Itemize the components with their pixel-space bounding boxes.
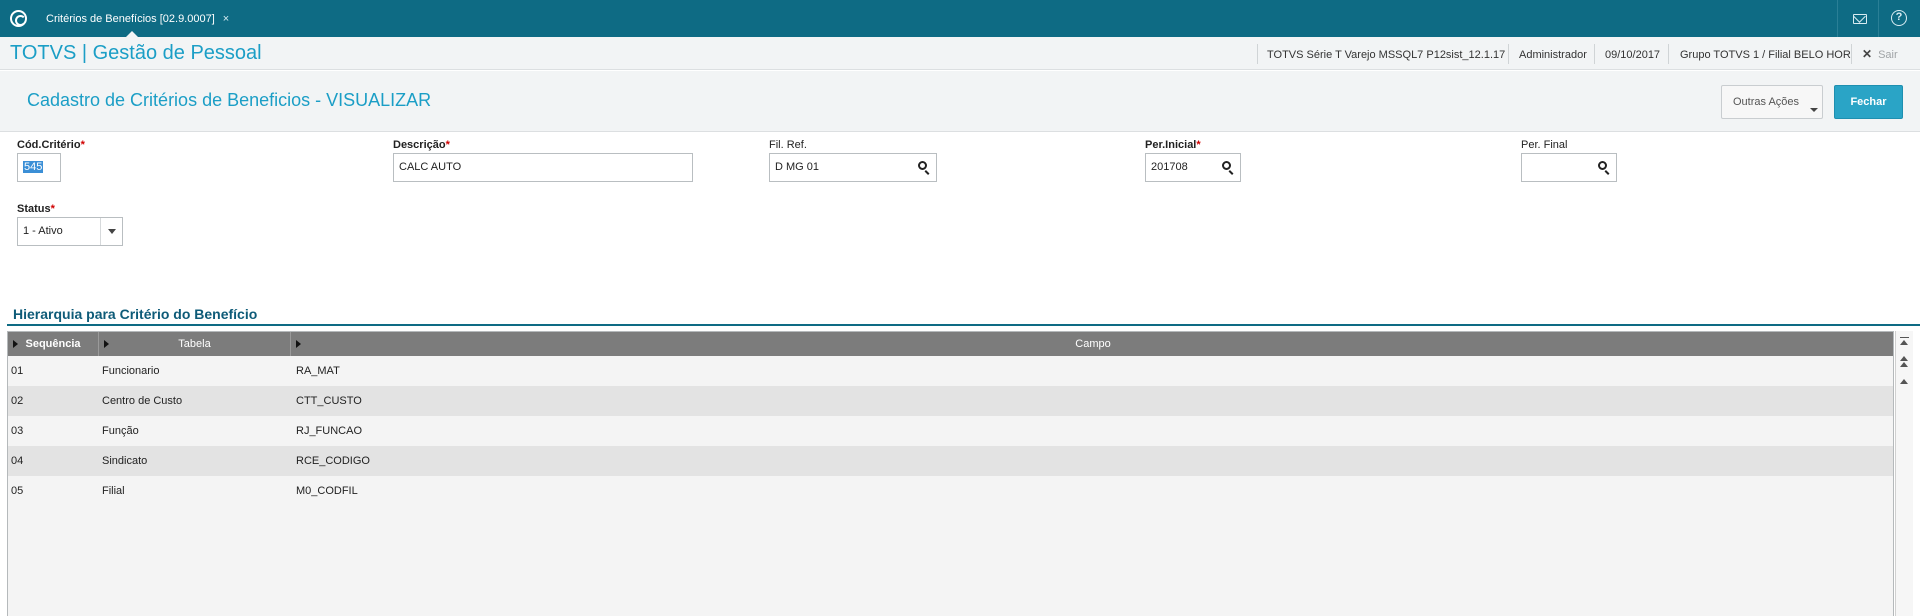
cell-campo: M0_CODFIL: [296, 485, 358, 497]
cell-sequencia: 04: [11, 455, 24, 467]
company-info: Grupo TOTVS 1 / Filial BELO HOR: [1680, 49, 1851, 61]
divider: [1508, 44, 1509, 64]
divider: [1668, 44, 1669, 64]
cell-sequencia: 03: [11, 425, 24, 437]
required-mark: *: [50, 203, 55, 215]
cell-tabela: Filial: [102, 485, 125, 497]
column-label: Sequência: [25, 338, 81, 350]
column-label: Tabela: [178, 338, 211, 350]
cell-campo: RCE_CODIGO: [296, 455, 370, 467]
date-info: 09/10/2017: [1605, 49, 1661, 61]
column-header-campo[interactable]: Campo: [291, 332, 1893, 356]
help-icon[interactable]: ?: [1891, 10, 1907, 26]
required-mark: *: [445, 139, 450, 151]
required-mark: *: [1196, 139, 1201, 151]
cell-campo: RA_MAT: [296, 365, 340, 377]
per-final-search-button[interactable]: [1590, 154, 1616, 181]
table-row[interactable]: 03 Função RJ_FUNCAO: [8, 416, 1893, 446]
cell-campo: RJ_FUNCAO: [296, 425, 363, 437]
environment-info: TOTVS Série T Varejo MSSQL7 P12sist_12.1…: [1267, 49, 1506, 61]
descricao-label-text: Descrição: [393, 139, 446, 151]
status-dropdown-toggle[interactable]: [100, 218, 122, 245]
scroll-top-button[interactable]: [1898, 334, 1912, 352]
cell-sequencia: 05: [11, 485, 24, 497]
tab-label: Critérios de Benefícios [02.9.0007]: [46, 13, 215, 25]
scroll-page-up-button[interactable]: [1898, 353, 1912, 371]
app-title: TOTVS | Gestão de Pessoal: [10, 42, 262, 64]
table-row[interactable]: 05 Filial M0_CODFIL: [8, 476, 1893, 506]
per-inicial-value: 201708: [1151, 161, 1188, 173]
fil-ref-value: D MG 01: [775, 161, 820, 173]
chevron-down-icon: [1810, 108, 1818, 112]
cod-criterio-field[interactable]: 545: [17, 153, 61, 182]
arrow-up-icon: [1900, 362, 1908, 367]
descricao-label: Descrição*: [393, 139, 450, 151]
outras-acoes-button[interactable]: Outras Ações: [1721, 85, 1823, 119]
column-header-tabela[interactable]: Tabela: [99, 332, 291, 356]
fechar-button[interactable]: Fechar: [1834, 85, 1903, 119]
per-final-field[interactable]: [1521, 153, 1617, 182]
app-header: TOTVS | Gestão de Pessoal TOTVS Série T …: [0, 37, 1920, 70]
cell-sequencia: 02: [11, 395, 24, 407]
exit-label: Sair: [1878, 49, 1898, 61]
descricao-field[interactable]: CALC AUTO: [393, 153, 693, 182]
search-icon: [1598, 161, 1607, 170]
arrow-up-icon: [1900, 340, 1908, 345]
divider: [1594, 44, 1595, 64]
column-label: Campo: [1075, 338, 1111, 350]
per-inicial-label-text: Per.Inicial: [1145, 139, 1197, 151]
divider: [1837, 0, 1838, 37]
mail-icon[interactable]: [1853, 14, 1867, 24]
scroll-up-button[interactable]: [1898, 373, 1912, 391]
status-value: 1 - Ativo: [23, 225, 63, 237]
fil-ref-search-button[interactable]: [910, 154, 936, 181]
divider: [1851, 44, 1852, 64]
grid-scrollbar[interactable]: [1895, 331, 1913, 616]
page-title-bar: Cadastro de Critérios de Beneficios - VI…: [0, 71, 1920, 132]
table-row[interactable]: 02 Centro de Custo CTT_CUSTO: [8, 386, 1893, 416]
fil-ref-field[interactable]: D MG 01: [769, 153, 937, 182]
section-title: Hierarquia para Critério do Benefício: [13, 306, 258, 322]
exit-button[interactable]: ✕ Sair: [1862, 47, 1898, 61]
close-icon: ✕: [1862, 47, 1873, 61]
grid-header: Sequência Tabela Campo: [8, 332, 1893, 356]
cell-tabela: Centro de Custo: [102, 395, 183, 407]
status-label-text: Status: [17, 203, 51, 215]
column-header-sequencia[interactable]: Sequência: [8, 332, 99, 356]
user-info: Administrador: [1519, 49, 1587, 61]
per-inicial-search-button[interactable]: [1214, 154, 1240, 181]
per-inicial-field[interactable]: 201708: [1145, 153, 1241, 182]
per-final-label: Per. Final: [1521, 139, 1568, 151]
top-bar: Critérios de Benefícios [02.9.0007] × ?: [0, 0, 1920, 37]
page-title: Cadastro de Critérios de Beneficios - VI…: [27, 90, 432, 110]
required-mark: *: [80, 139, 85, 151]
status-select[interactable]: 1 - Ativo: [17, 217, 123, 246]
divider: [1878, 0, 1879, 37]
cod-criterio-label: Cód.Critério*: [17, 139, 85, 151]
status-label: Status*: [17, 203, 55, 215]
search-icon: [918, 161, 927, 170]
divider: [1257, 44, 1258, 64]
fil-ref-label: Fil. Ref.: [769, 139, 807, 151]
chevron-down-icon: [108, 229, 116, 234]
cell-sequencia: 01: [11, 365, 24, 377]
per-inicial-label: Per.Inicial*: [1145, 139, 1201, 151]
arrow-up-icon: [1900, 379, 1908, 384]
section-divider: [7, 324, 1920, 326]
cell-tabela: Sindicato: [102, 455, 148, 467]
cell-campo: CTT_CUSTO: [296, 395, 362, 407]
hierarquia-grid[interactable]: Sequência Tabela Campo 01 Funcionario RA…: [7, 331, 1894, 616]
cod-criterio-value: 545: [23, 161, 44, 173]
cell-tabela: Funcionario: [102, 365, 160, 377]
tab-close-icon[interactable]: ×: [223, 13, 229, 25]
arrow-up-icon: [1900, 356, 1908, 361]
cell-tabela: Função: [102, 425, 139, 437]
search-icon: [1222, 161, 1231, 170]
table-row[interactable]: 04 Sindicato RCE_CODIGO: [8, 446, 1893, 476]
bar-icon: [1900, 337, 1909, 338]
totvs-logo-icon[interactable]: [10, 10, 27, 27]
outras-acoes-label: Outras Ações: [1733, 96, 1800, 108]
cod-criterio-label-text: Cód.Critério: [17, 139, 81, 151]
table-row[interactable]: 01 Funcionario RA_MAT: [8, 356, 1893, 386]
